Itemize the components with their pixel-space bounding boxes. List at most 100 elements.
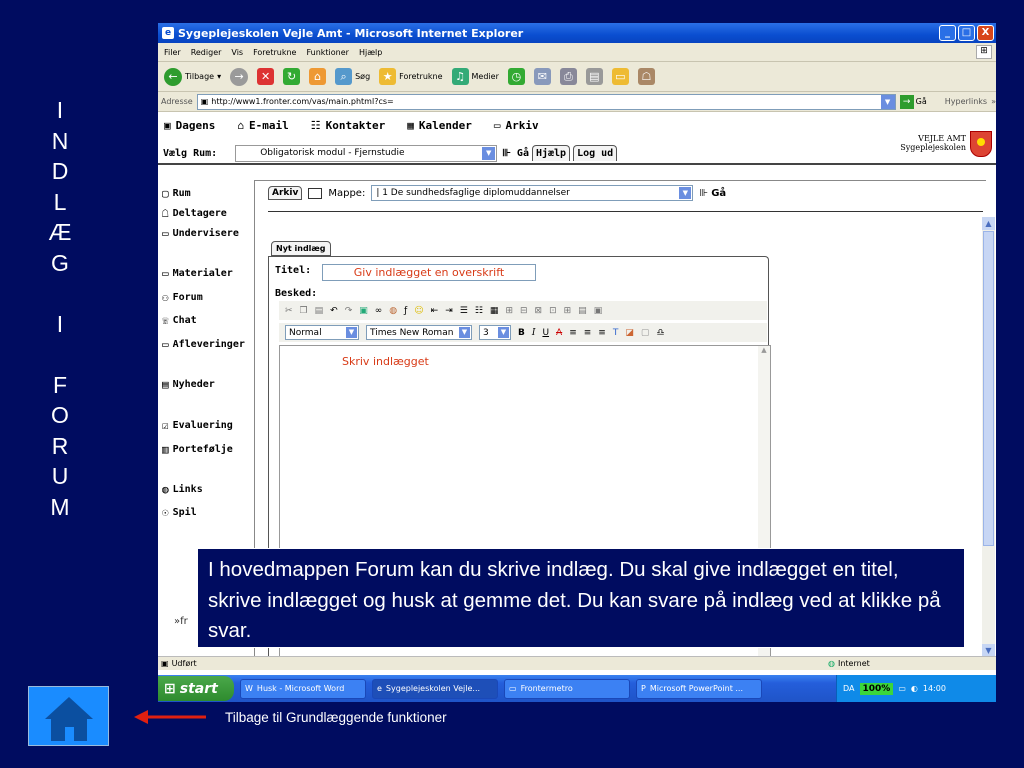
italic-icon[interactable]: I (532, 328, 536, 338)
leftnav-chat[interactable]: ☏ Chat (162, 314, 197, 327)
media-button[interactable]: ♫ Medier (451, 68, 499, 85)
binoculars-icon[interactable]: ♎ (656, 328, 664, 338)
chevron-down-icon[interactable]: ▼ (346, 327, 357, 338)
cell-props-icon[interactable]: ▣ (594, 306, 603, 316)
maximize-button[interactable]: □ (958, 25, 975, 41)
chevron-down-icon[interactable]: ▼ (459, 327, 470, 338)
leftnav-forum[interactable]: ⚇ Forum (162, 291, 203, 304)
scroll-up-icon[interactable]: ▲ (982, 217, 995, 230)
folder-select[interactable]: | 1 De sundhedsfaglige diplomuddannelser… (371, 185, 694, 201)
nav-email[interactable]: ⌂ E-mail (237, 119, 288, 132)
bullet-list-icon[interactable]: ☰ (460, 306, 468, 316)
help-button[interactable]: Hjælp (531, 145, 571, 161)
menu-foretrukne[interactable]: Foretrukne (253, 48, 296, 57)
paste-icon[interactable]: ▤ (315, 306, 324, 316)
style-select[interactable]: Normal ▼ (285, 325, 359, 340)
numbered-list-icon[interactable]: ☷ (475, 306, 483, 316)
align-left-icon[interactable]: ≡ (569, 328, 577, 338)
nav-kontakter[interactable]: ☷ Kontakter (311, 119, 385, 132)
chevron-down-icon[interactable]: ▼ (498, 327, 509, 338)
table-insert-row-icon[interactable]: ⊞ (505, 306, 513, 316)
image-icon[interactable]: ▣ (359, 306, 368, 316)
leftnav-undervisere[interactable]: ▭ Undervisere (162, 227, 239, 240)
leftnav-deltagere[interactable]: ☖ Deltagere (162, 207, 227, 220)
task-word[interactable]: W Husk - Microsoft Word (240, 678, 366, 699)
redo-icon[interactable]: ↷ (345, 306, 353, 316)
leftnav-evaluering[interactable]: ☑ Evaluering (162, 419, 233, 432)
text-color-icon[interactable]: T (613, 328, 619, 338)
leftnav-materialer[interactable]: ▭ Materialer (162, 267, 233, 280)
history-icon[interactable]: ◷ (507, 68, 525, 85)
edit-icon[interactable]: ▤ (585, 68, 603, 85)
scroll-up-icon[interactable]: ▲ (758, 346, 770, 358)
nav-dagens[interactable]: ▣ Dagens (164, 119, 215, 132)
table-split-icon[interactable]: ⊞ (564, 306, 572, 316)
power-icon[interactable]: ▭ (898, 684, 906, 693)
smiley-icon[interactable]: ☺ (414, 306, 423, 316)
new-post-tab[interactable]: Nyt indlæg (271, 241, 331, 256)
logout-button[interactable]: Log ud (573, 145, 618, 161)
table-props-icon[interactable]: ▤ (578, 306, 587, 316)
search-button[interactable]: ⌕ Søg (335, 68, 370, 85)
refresh-icon[interactable]: ↻ (283, 68, 301, 85)
chevron-down-icon[interactable]: ▼ (679, 187, 692, 199)
menu-rediger[interactable]: Rediger (191, 48, 222, 57)
task-folder[interactable]: ▭ Frontermetro (504, 678, 630, 699)
leftnav-nyheder[interactable]: ▤ Nyheder (162, 378, 215, 391)
bold-icon[interactable]: B (518, 328, 525, 338)
title-input[interactable]: Giv indlægget en overskrift (322, 264, 536, 281)
table-icon[interactable]: ▦ (490, 306, 499, 316)
size-select[interactable]: 3 ▼ (479, 325, 511, 340)
start-button[interactable]: ⊞ start (158, 676, 234, 701)
align-center-icon[interactable]: ≡ (584, 328, 592, 338)
menu-filer[interactable]: Filer (164, 48, 181, 57)
address-input[interactable]: ▣ http://www1.fronter.com/vas/main.phtml… (196, 93, 896, 110)
highlight-icon[interactable]: ◪ (625, 328, 634, 338)
globe-icon[interactable]: ◍ (389, 306, 397, 316)
print-icon[interactable]: ⎙ (559, 68, 577, 85)
indent-icon[interactable]: ⇥ (445, 306, 453, 316)
archive-tab[interactable]: Arkiv (268, 186, 303, 200)
address-dropdown-icon[interactable]: ▼ (880, 94, 895, 109)
leftnav-spil[interactable]: ☉ Spil (162, 506, 197, 519)
chevron-right-icon[interactable]: » (991, 97, 996, 106)
font-select[interactable]: Times New Roman ▼ (366, 325, 472, 340)
room-select[interactable]: Obligatorisk modul - Fjernstudie ▼ (235, 144, 498, 162)
back-button[interactable]: ← Tilbage ▾ (164, 67, 221, 86)
stop-icon[interactable]: ✕ (257, 68, 275, 85)
folder-icon[interactable]: ▭ (611, 68, 629, 85)
leftnav-portefolje[interactable]: ▥ Portefølje (162, 443, 233, 456)
forward-button[interactable]: → (230, 67, 249, 86)
folder-go-button[interactable]: ⊪ Gå (699, 188, 726, 199)
nav-kalender[interactable]: ▦ Kalender (407, 119, 472, 132)
table-merge-icon[interactable]: ⊡ (549, 306, 557, 316)
chevron-down-icon[interactable]: ▼ (482, 146, 496, 160)
link-icon[interactable]: ∞ (375, 306, 383, 316)
leftnav-links[interactable]: ◍ Links (162, 483, 203, 496)
home-icon[interactable]: ⌂ (309, 68, 327, 85)
cut-icon[interactable]: ✂ (285, 306, 293, 316)
copy-icon[interactable]: ❐ (300, 306, 308, 316)
links-button[interactable]: Hyperlinks (945, 97, 987, 106)
task-powerpoint[interactable]: P Microsoft PowerPoint ... (636, 678, 762, 699)
undo-icon[interactable]: ↶ (330, 306, 338, 316)
mail-icon[interactable]: ✉ (533, 68, 551, 85)
table-insert-col-icon[interactable]: ⊟ (520, 306, 528, 316)
task-ie[interactable]: e Sygeplejeskolen Vejle... (372, 678, 498, 699)
menu-hjaelp[interactable]: Hjælp (359, 48, 382, 57)
network-icon[interactable]: ◐ (911, 684, 918, 693)
messenger-icon[interactable]: ☖ (637, 68, 655, 85)
underline-icon[interactable]: U (542, 328, 549, 338)
leftnav-afleveringer[interactable]: ▭ Afleveringer (162, 338, 245, 351)
scrollbar-thumb[interactable] (983, 231, 994, 546)
strikethrough-icon[interactable]: A (556, 328, 562, 338)
special-icon[interactable]: ▢ (641, 328, 650, 338)
align-right-icon[interactable]: ≡ (598, 328, 606, 338)
table-delete-icon[interactable]: ⊠ (535, 306, 543, 316)
menu-vis[interactable]: Vis (231, 48, 243, 57)
room-go-button[interactable]: ⊪ Gå (502, 148, 529, 159)
favorites-button[interactable]: ★ Foretrukne (379, 68, 443, 85)
close-button[interactable]: X (977, 25, 994, 41)
page-scrollbar[interactable]: ▲ ▼ (982, 217, 995, 657)
function-icon[interactable]: ƒ (404, 306, 407, 316)
